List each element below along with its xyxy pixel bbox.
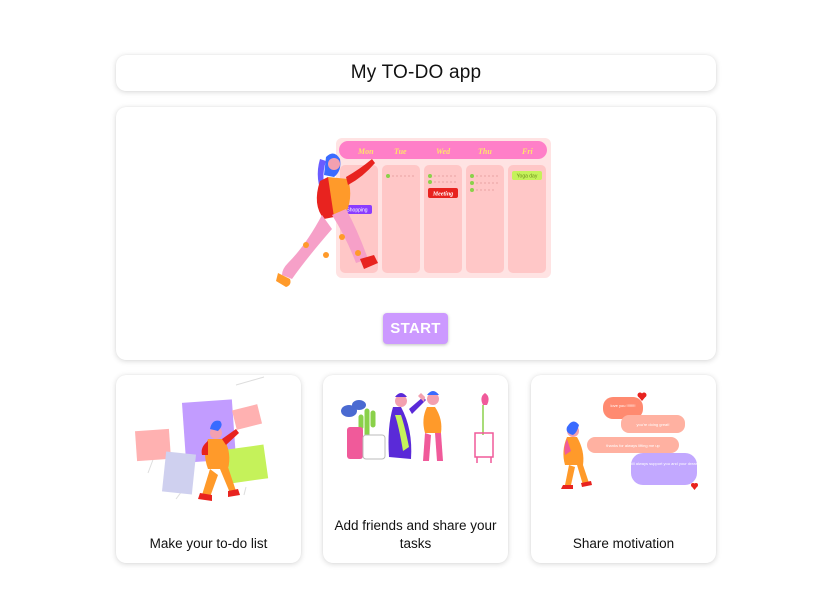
day-tue: Tue: [394, 147, 407, 156]
yoga-tag-label: Yoga day: [517, 174, 538, 180]
feature-label: Make your to-do list: [149, 536, 268, 551]
message-2: you're doing great!: [636, 422, 669, 427]
shopping-tag-label: Shopping: [346, 208, 367, 214]
feature-card-todo-list[interactable]: Make your to-do list: [116, 375, 301, 563]
hero-card: Mon Tue Wed Thu Fri Meeting Yoga day Sho…: [116, 107, 716, 360]
meeting-tag-label: Meeting: [432, 192, 453, 198]
message-4: I will always support you and your dream…: [627, 461, 701, 466]
title-bar: My TO-DO app: [116, 55, 716, 91]
weekly-planner-illustration: Mon Tue Wed Thu Fri Meeting Yoga day Sho…: [276, 138, 551, 287]
column-tue: [382, 165, 420, 273]
message-1: love you !!!!!!!!: [611, 403, 636, 408]
day-mon: Mon: [357, 147, 374, 156]
start-button[interactable]: START: [383, 313, 448, 344]
day-wed: Wed: [436, 147, 451, 156]
day-thu: Thu: [478, 147, 492, 156]
day-fri: Fri: [521, 147, 533, 156]
page-title: My TO-DO app: [350, 62, 482, 83]
message-3: thanks for always lifting me up: [606, 443, 660, 448]
chat-bubbles-icon: love you !!!!!!!! you're doing great! th…: [561, 392, 701, 490]
friends-high-five-icon: [341, 391, 494, 463]
feature-label: Share motivation: [572, 536, 675, 551]
feature-card-add-friends[interactable]: Add friends and share your tasks: [323, 375, 508, 563]
feature-label: Add friends and share your tasks: [334, 518, 497, 551]
column-fri: [508, 165, 546, 273]
person-with-sticky-notes-icon: [134, 376, 269, 501]
feature-card-share-motivation[interactable]: love you !!!!!!!! you're doing great! th…: [531, 375, 716, 563]
